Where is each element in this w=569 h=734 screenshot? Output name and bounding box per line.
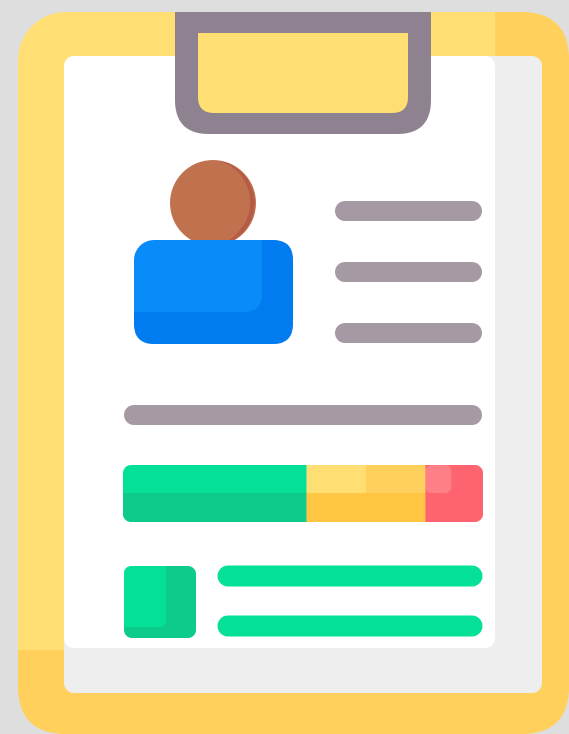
checklist-box-highlight xyxy=(124,566,166,627)
clipboard-clip xyxy=(175,12,431,134)
paper-face xyxy=(64,56,495,648)
clip-opening xyxy=(198,33,408,113)
rating-segment-good-shade xyxy=(123,493,307,522)
rating-bar xyxy=(123,465,483,522)
rating-segment-average-mid-shade xyxy=(366,493,426,522)
clipboard-resume-icon xyxy=(18,12,569,734)
avatar-head xyxy=(170,160,256,246)
rating-segment-poor-highlight xyxy=(425,465,452,493)
illustration-stage xyxy=(0,0,569,734)
